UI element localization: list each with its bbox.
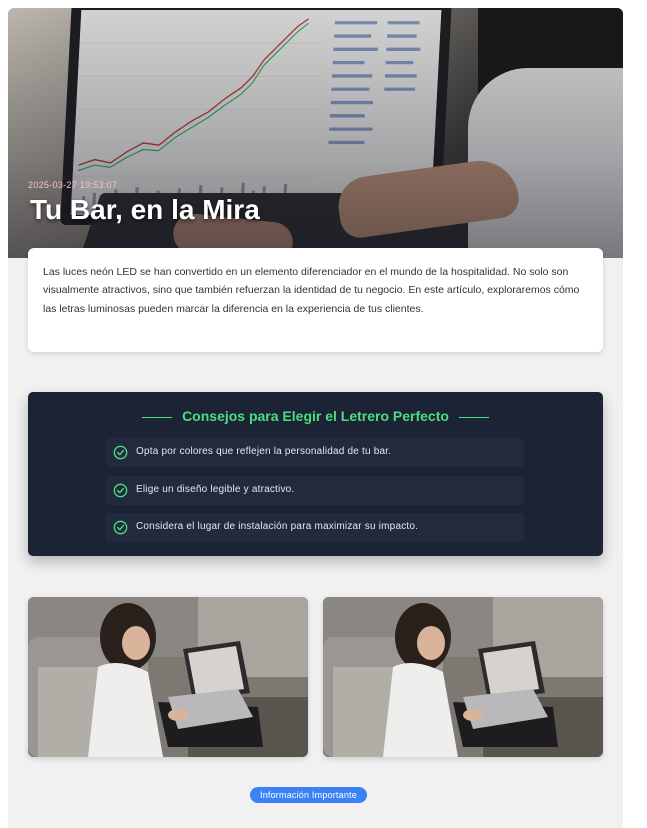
check-circle-icon [113, 445, 128, 460]
check-circle-icon [113, 483, 128, 498]
intro-card: Las luces neón LED se han convertido en … [28, 248, 603, 352]
tip-text: Elige un diseño legible y atractivo. [136, 484, 295, 495]
heading-divider-left [142, 416, 173, 418]
tips-heading-text: Consejos para Elegir el Letrero Perfecto [182, 408, 449, 424]
tip-text: Opta por colores que reflejen la persona… [136, 446, 392, 457]
hero-banner: 2025-03-27 19:53:07 Tu Bar, en la Mira [8, 8, 623, 258]
tips-card: Consejos para Elegir el Letrero Perfecto… [28, 392, 603, 556]
woman-laptop-photo [28, 597, 308, 757]
tip-item: Opta por colores que reflejen la persona… [106, 438, 524, 467]
tip-item: Considera el lugar de instalación para m… [106, 513, 524, 542]
page-title: Tu Bar, en la Mira [30, 194, 260, 225]
intro-text: Las luces neón LED se han convertido en … [43, 266, 580, 315]
article-page: 2025-03-27 19:53:07 Tu Bar, en la Mira L… [8, 8, 623, 828]
post-date: 2025-03-27 19:53:07 [28, 180, 118, 190]
woman-laptop-photo [323, 597, 603, 757]
gallery-image[interactable] [28, 597, 308, 757]
tip-item: Elige un diseño legible y atractivo. [106, 476, 524, 505]
gallery-image[interactable] [323, 597, 603, 757]
info-badge[interactable]: Información Importante [250, 787, 367, 803]
tip-text: Considera el lugar de instalación para m… [136, 521, 419, 532]
heading-divider-right [458, 416, 489, 418]
tips-heading: Consejos para Elegir el Letrero Perfecto [28, 408, 603, 424]
check-circle-icon [113, 520, 128, 535]
